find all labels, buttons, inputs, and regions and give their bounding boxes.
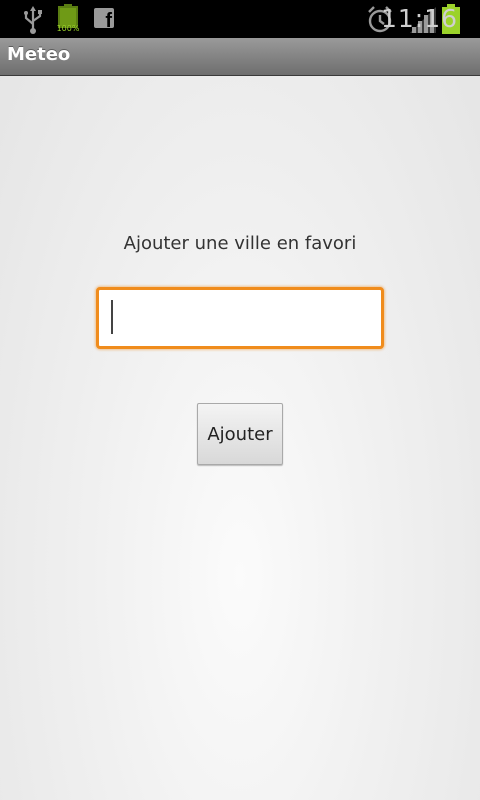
add-button[interactable]: Ajouter xyxy=(197,403,283,465)
add-favorite-city-label: Ajouter une ville en favori xyxy=(123,233,357,254)
city-input[interactable] xyxy=(96,287,384,349)
app-title: Meteo xyxy=(7,44,71,65)
usb-icon xyxy=(22,6,44,34)
text-cursor xyxy=(111,300,113,334)
battery-percent-label: 100% xyxy=(56,24,80,33)
app-screen: 100% f 11:16 Meteo Ajouter une ville en … xyxy=(0,0,480,800)
status-bar: 100% f 11:16 xyxy=(0,0,480,38)
status-clock: 11:16 xyxy=(380,4,458,33)
facebook-icon: f xyxy=(94,8,114,31)
title-bar: Meteo xyxy=(0,38,480,76)
